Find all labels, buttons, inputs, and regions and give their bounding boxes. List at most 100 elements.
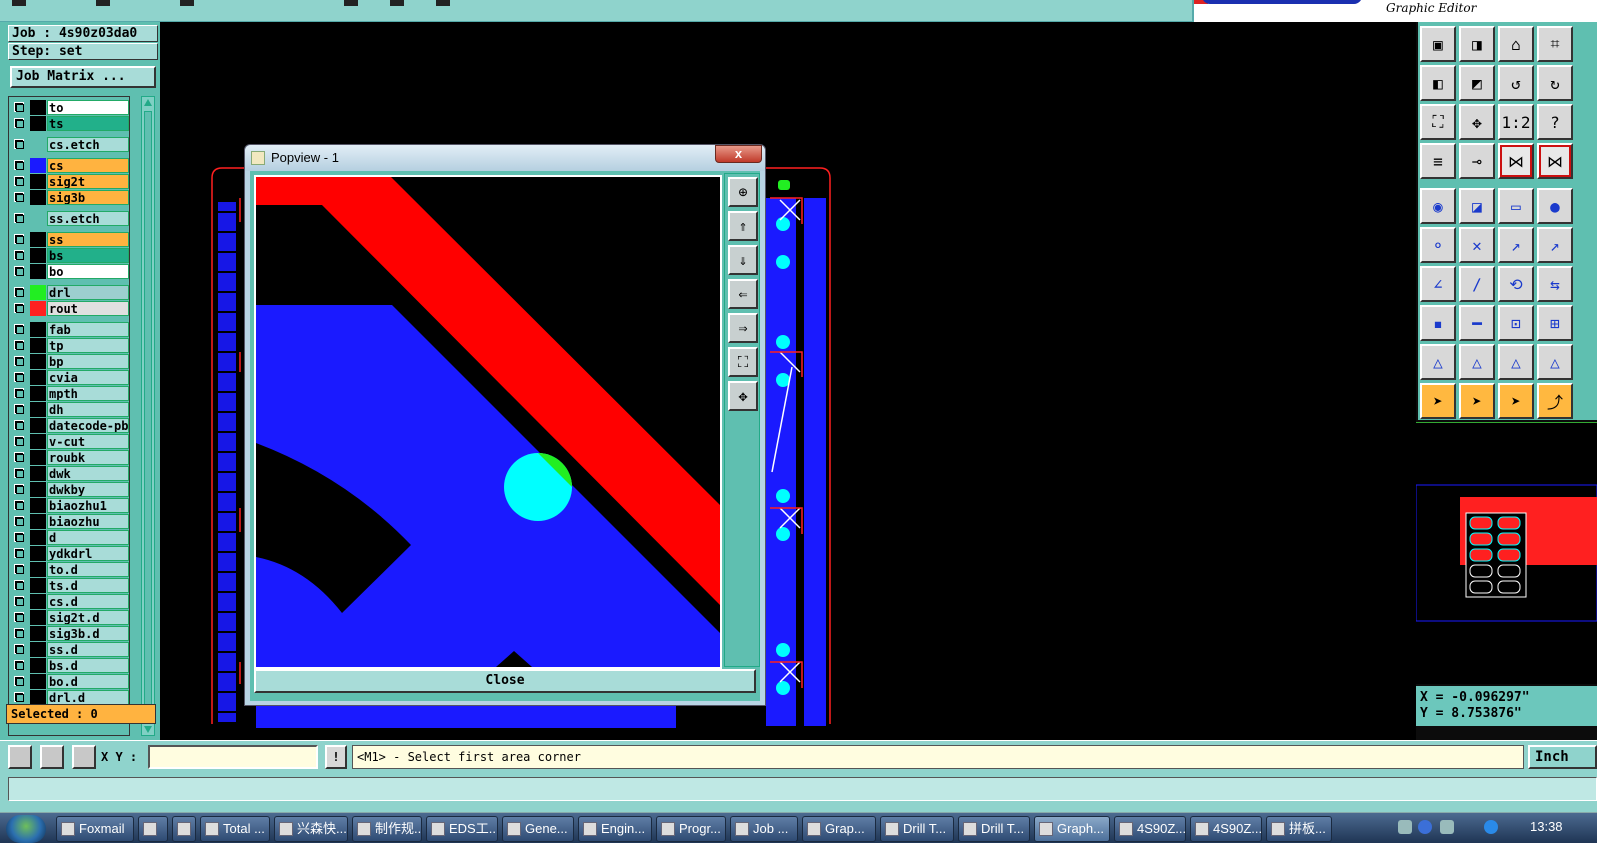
- layer-row[interactable]: ss.etch: [11, 211, 129, 226]
- grid-icon[interactable]: [72, 745, 96, 769]
- connect-icon[interactable]: ⊸: [1459, 143, 1495, 179]
- layer-checkbox[interactable]: [14, 580, 24, 590]
- layer-checkbox[interactable]: [14, 192, 24, 202]
- layer-name[interactable]: bo.d: [47, 674, 129, 689]
- layer-checkbox[interactable]: [14, 692, 24, 702]
- taskbar-button[interactable]: Drill T...: [880, 816, 954, 842]
- flip-icon[interactable]: ⇆: [1537, 266, 1573, 302]
- layer-name[interactable]: dwkby: [47, 482, 129, 497]
- layer-row[interactable]: tp: [11, 338, 129, 353]
- layer-row[interactable]: cs.d: [11, 594, 129, 609]
- layer-checkbox[interactable]: [14, 388, 24, 398]
- netlist-icon[interactable]: ⋈: [1498, 143, 1534, 179]
- layer-row[interactable]: sig3b: [11, 190, 129, 205]
- layer-checkbox[interactable]: [14, 676, 24, 686]
- layer-row[interactable]: rout: [11, 301, 129, 316]
- menu-fragment[interactable]: [96, 0, 110, 6]
- dimension-icon[interactable]: ⊡: [1498, 305, 1534, 341]
- scroll-down-arrow-icon[interactable]: [144, 726, 152, 733]
- layer-row[interactable]: sig2t.d: [11, 610, 129, 625]
- layer-color-swatch[interactable]: [30, 530, 46, 545]
- layer-row[interactable]: biaozhu1: [11, 498, 129, 513]
- angle-icon[interactable]: ∠: [1420, 266, 1456, 302]
- layer-checkbox[interactable]: [14, 468, 24, 478]
- next-layer-icon[interactable]: ◨: [1459, 26, 1495, 62]
- layer-name[interactable]: biaozhu1: [47, 498, 129, 513]
- layer-color-swatch[interactable]: [30, 338, 46, 353]
- overview-map[interactable]: [1415, 422, 1597, 684]
- menu-fragment[interactable]: [12, 0, 26, 6]
- menu-fragment[interactable]: [344, 0, 358, 6]
- layer-row[interactable]: d: [11, 530, 129, 545]
- help-icon[interactable]: ?: [1537, 104, 1573, 140]
- pointer-frame-icon[interactable]: ➤: [1459, 383, 1495, 419]
- layer-color-swatch[interactable]: [30, 301, 46, 316]
- tray-app-icon[interactable]: [1484, 820, 1498, 834]
- route-icon[interactable]: ⤴: [1537, 383, 1573, 419]
- layer-color-swatch[interactable]: [30, 466, 46, 481]
- layer-row[interactable]: dwkby: [11, 482, 129, 497]
- layer-checkbox[interactable]: [14, 287, 24, 297]
- layer-checkbox[interactable]: [14, 596, 24, 606]
- taskbar-button[interactable]: 4S90Z...: [1190, 816, 1262, 842]
- menu-fragment[interactable]: [390, 0, 404, 6]
- snap-icon[interactable]: [8, 745, 32, 769]
- layer-checkbox[interactable]: [14, 612, 24, 622]
- component-icon[interactable]: ⊞: [1537, 305, 1573, 341]
- layer-color-swatch[interactable]: [30, 690, 46, 705]
- layer-color-swatch[interactable]: [30, 100, 46, 115]
- layer-color-swatch[interactable]: [30, 418, 46, 433]
- layer-checkbox[interactable]: [14, 266, 24, 276]
- triangle-icon[interactable]: △: [1498, 344, 1534, 380]
- trace-icon[interactable]: ━: [1459, 305, 1495, 341]
- layer-row[interactable]: v-cut: [11, 434, 129, 449]
- keyboard-icon[interactable]: [1398, 820, 1412, 834]
- layer-color-swatch[interactable]: [30, 322, 46, 337]
- layer-checkbox[interactable]: [14, 436, 24, 446]
- zoom-in-icon[interactable]: ⊕: [728, 177, 758, 207]
- layer-name[interactable]: dh: [47, 402, 129, 417]
- layer-name[interactable]: to: [47, 100, 129, 115]
- bottom-icon[interactable]: ⇓: [728, 245, 758, 275]
- circle-icon[interactable]: ●: [1537, 188, 1573, 224]
- layer-row[interactable]: ts.d: [11, 578, 129, 593]
- scroll-up-arrow-icon[interactable]: [144, 99, 152, 106]
- taskbar-button[interactable]: EDS工...: [426, 816, 498, 842]
- menu-fragment[interactable]: [436, 0, 450, 6]
- layer-row[interactable]: drl.d: [11, 690, 129, 705]
- layer-color-swatch[interactable]: [30, 158, 46, 173]
- layer-color-swatch[interactable]: [30, 137, 46, 152]
- layer-checkbox[interactable]: [14, 160, 24, 170]
- redo-icon[interactable]: ↻: [1537, 65, 1573, 101]
- layer-checkbox[interactable]: [14, 139, 24, 149]
- layer-color-swatch[interactable]: [30, 285, 46, 300]
- slant-icon[interactable]: ∕: [1459, 266, 1495, 302]
- taskbar-button[interactable]: Grap...: [802, 816, 876, 842]
- layer-checkbox[interactable]: [14, 303, 24, 313]
- layer-row[interactable]: ss: [11, 232, 129, 247]
- layer-row[interactable]: datecode-pbc: [11, 418, 129, 433]
- layer-checkbox[interactable]: [14, 324, 24, 334]
- layer-checkbox[interactable]: [14, 548, 24, 558]
- layer-checkbox[interactable]: [14, 102, 24, 112]
- palette-icon[interactable]: ≡: [1420, 143, 1456, 179]
- layer-row[interactable]: bs.d: [11, 658, 129, 673]
- layer-name[interactable]: v-cut: [47, 434, 129, 449]
- layer-color-swatch[interactable]: [30, 498, 46, 513]
- layer-checkbox[interactable]: [14, 452, 24, 462]
- close-button[interactable]: Close: [254, 669, 756, 693]
- layer-color-swatch[interactable]: [30, 370, 46, 385]
- layer-row[interactable]: mpth: [11, 386, 129, 401]
- netlist2-icon[interactable]: ⋈: [1537, 143, 1573, 179]
- layer-color-swatch[interactable]: [30, 264, 46, 279]
- layer-name[interactable]: ss: [47, 232, 129, 247]
- layer-row[interactable]: fab: [11, 322, 129, 337]
- help-icon[interactable]: [1418, 820, 1432, 834]
- pad-red-icon[interactable]: ▪: [1420, 305, 1456, 341]
- layer-color-swatch[interactable]: [30, 450, 46, 465]
- layer-name[interactable]: ts.d: [47, 578, 129, 593]
- layer-name[interactable]: tp: [47, 338, 129, 353]
- scale-icon[interactable]: 1:2: [1498, 104, 1534, 140]
- layer-row[interactable]: bs: [11, 248, 129, 263]
- layer-checkbox[interactable]: [14, 500, 24, 510]
